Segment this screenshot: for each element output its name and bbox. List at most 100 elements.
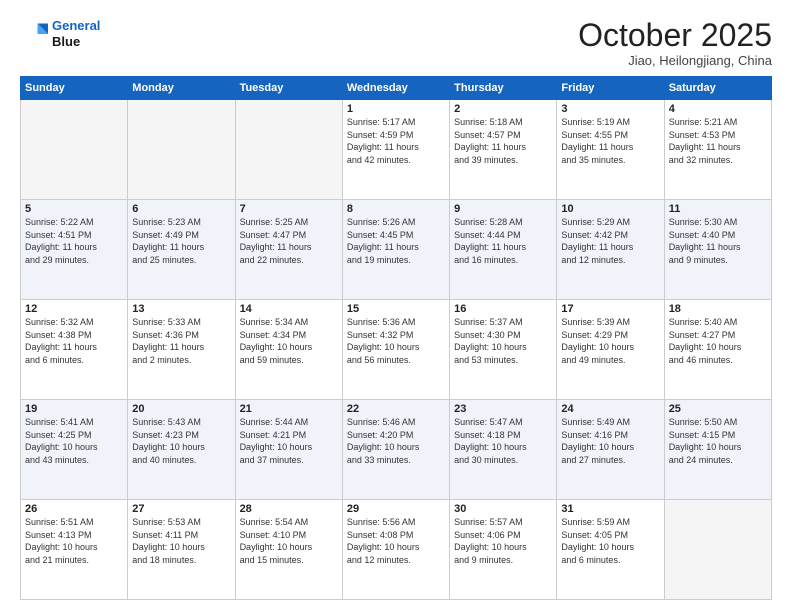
day-info: Sunrise: 5:43 AM Sunset: 4:23 PM Dayligh… <box>132 416 230 466</box>
day-number: 22 <box>347 403 445 415</box>
calendar-day-cell: 3Sunrise: 5:19 AM Sunset: 4:55 PM Daylig… <box>557 100 664 200</box>
day-number: 4 <box>669 103 767 115</box>
calendar-day-cell: 22Sunrise: 5:46 AM Sunset: 4:20 PM Dayli… <box>342 400 449 500</box>
day-number: 24 <box>561 403 659 415</box>
calendar-week-row: 19Sunrise: 5:41 AM Sunset: 4:25 PM Dayli… <box>21 400 772 500</box>
logo-icon <box>20 20 48 48</box>
day-number: 9 <box>454 203 552 215</box>
calendar-week-row: 1Sunrise: 5:17 AM Sunset: 4:59 PM Daylig… <box>21 100 772 200</box>
calendar-day-cell: 14Sunrise: 5:34 AM Sunset: 4:34 PM Dayli… <box>235 300 342 400</box>
day-number: 11 <box>669 203 767 215</box>
day-info: Sunrise: 5:56 AM Sunset: 4:08 PM Dayligh… <box>347 516 445 566</box>
weekday-header-friday: Friday <box>557 77 664 100</box>
day-info: Sunrise: 5:26 AM Sunset: 4:45 PM Dayligh… <box>347 216 445 266</box>
day-number: 12 <box>25 303 123 315</box>
calendar-day-cell: 28Sunrise: 5:54 AM Sunset: 4:10 PM Dayli… <box>235 500 342 600</box>
day-info: Sunrise: 5:53 AM Sunset: 4:11 PM Dayligh… <box>132 516 230 566</box>
weekday-header-saturday: Saturday <box>664 77 771 100</box>
day-info: Sunrise: 5:47 AM Sunset: 4:18 PM Dayligh… <box>454 416 552 466</box>
day-info: Sunrise: 5:23 AM Sunset: 4:49 PM Dayligh… <box>132 216 230 266</box>
day-number: 18 <box>669 303 767 315</box>
day-info: Sunrise: 5:40 AM Sunset: 4:27 PM Dayligh… <box>669 316 767 366</box>
day-number: 14 <box>240 303 338 315</box>
calendar-day-cell: 16Sunrise: 5:37 AM Sunset: 4:30 PM Dayli… <box>450 300 557 400</box>
calendar-table: SundayMondayTuesdayWednesdayThursdayFrid… <box>20 76 772 600</box>
day-info: Sunrise: 5:46 AM Sunset: 4:20 PM Dayligh… <box>347 416 445 466</box>
day-info: Sunrise: 5:54 AM Sunset: 4:10 PM Dayligh… <box>240 516 338 566</box>
day-info: Sunrise: 5:36 AM Sunset: 4:32 PM Dayligh… <box>347 316 445 366</box>
day-number: 20 <box>132 403 230 415</box>
weekday-header-sunday: Sunday <box>21 77 128 100</box>
calendar-day-cell: 21Sunrise: 5:44 AM Sunset: 4:21 PM Dayli… <box>235 400 342 500</box>
calendar-day-cell: 5Sunrise: 5:22 AM Sunset: 4:51 PM Daylig… <box>21 200 128 300</box>
day-number: 3 <box>561 103 659 115</box>
weekday-header-thursday: Thursday <box>450 77 557 100</box>
day-info: Sunrise: 5:30 AM Sunset: 4:40 PM Dayligh… <box>669 216 767 266</box>
calendar-day-cell: 6Sunrise: 5:23 AM Sunset: 4:49 PM Daylig… <box>128 200 235 300</box>
day-info: Sunrise: 5:28 AM Sunset: 4:44 PM Dayligh… <box>454 216 552 266</box>
day-number: 17 <box>561 303 659 315</box>
weekday-header-wednesday: Wednesday <box>342 77 449 100</box>
calendar-day-cell: 31Sunrise: 5:59 AM Sunset: 4:05 PM Dayli… <box>557 500 664 600</box>
calendar-day-cell: 12Sunrise: 5:32 AM Sunset: 4:38 PM Dayli… <box>21 300 128 400</box>
day-info: Sunrise: 5:44 AM Sunset: 4:21 PM Dayligh… <box>240 416 338 466</box>
page: General Blue October 2025 Jiao, Heilongj… <box>0 0 792 612</box>
calendar-day-cell: 9Sunrise: 5:28 AM Sunset: 4:44 PM Daylig… <box>450 200 557 300</box>
day-info: Sunrise: 5:34 AM Sunset: 4:34 PM Dayligh… <box>240 316 338 366</box>
calendar-day-cell: 1Sunrise: 5:17 AM Sunset: 4:59 PM Daylig… <box>342 100 449 200</box>
day-number: 31 <box>561 503 659 515</box>
weekday-header-monday: Monday <box>128 77 235 100</box>
weekday-header-tuesday: Tuesday <box>235 77 342 100</box>
day-info: Sunrise: 5:57 AM Sunset: 4:06 PM Dayligh… <box>454 516 552 566</box>
day-number: 13 <box>132 303 230 315</box>
calendar-empty-cell <box>128 100 235 200</box>
calendar-day-cell: 18Sunrise: 5:40 AM Sunset: 4:27 PM Dayli… <box>664 300 771 400</box>
calendar-day-cell: 27Sunrise: 5:53 AM Sunset: 4:11 PM Dayli… <box>128 500 235 600</box>
day-info: Sunrise: 5:32 AM Sunset: 4:38 PM Dayligh… <box>25 316 123 366</box>
day-number: 1 <box>347 103 445 115</box>
calendar-day-cell: 30Sunrise: 5:57 AM Sunset: 4:06 PM Dayli… <box>450 500 557 600</box>
logo: General Blue <box>20 18 100 49</box>
calendar-empty-cell <box>21 100 128 200</box>
calendar-day-cell: 2Sunrise: 5:18 AM Sunset: 4:57 PM Daylig… <box>450 100 557 200</box>
day-number: 23 <box>454 403 552 415</box>
day-number: 29 <box>347 503 445 515</box>
calendar-day-cell: 25Sunrise: 5:50 AM Sunset: 4:15 PM Dayli… <box>664 400 771 500</box>
day-number: 28 <box>240 503 338 515</box>
day-number: 30 <box>454 503 552 515</box>
day-info: Sunrise: 5:41 AM Sunset: 4:25 PM Dayligh… <box>25 416 123 466</box>
day-info: Sunrise: 5:22 AM Sunset: 4:51 PM Dayligh… <box>25 216 123 266</box>
day-info: Sunrise: 5:51 AM Sunset: 4:13 PM Dayligh… <box>25 516 123 566</box>
calendar-day-cell: 15Sunrise: 5:36 AM Sunset: 4:32 PM Dayli… <box>342 300 449 400</box>
calendar-day-cell: 17Sunrise: 5:39 AM Sunset: 4:29 PM Dayli… <box>557 300 664 400</box>
day-number: 6 <box>132 203 230 215</box>
calendar-week-row: 12Sunrise: 5:32 AM Sunset: 4:38 PM Dayli… <box>21 300 772 400</box>
calendar-day-cell: 29Sunrise: 5:56 AM Sunset: 4:08 PM Dayli… <box>342 500 449 600</box>
day-number: 16 <box>454 303 552 315</box>
day-info: Sunrise: 5:50 AM Sunset: 4:15 PM Dayligh… <box>669 416 767 466</box>
location: Jiao, Heilongjiang, China <box>578 53 772 68</box>
calendar-week-row: 5Sunrise: 5:22 AM Sunset: 4:51 PM Daylig… <box>21 200 772 300</box>
day-number: 21 <box>240 403 338 415</box>
day-info: Sunrise: 5:18 AM Sunset: 4:57 PM Dayligh… <box>454 116 552 166</box>
day-info: Sunrise: 5:17 AM Sunset: 4:59 PM Dayligh… <box>347 116 445 166</box>
calendar-empty-cell <box>235 100 342 200</box>
day-number: 25 <box>669 403 767 415</box>
day-number: 19 <box>25 403 123 415</box>
day-info: Sunrise: 5:29 AM Sunset: 4:42 PM Dayligh… <box>561 216 659 266</box>
month-title: October 2025 <box>578 18 772 53</box>
header: General Blue October 2025 Jiao, Heilongj… <box>20 18 772 68</box>
day-number: 10 <box>561 203 659 215</box>
calendar-day-cell: 26Sunrise: 5:51 AM Sunset: 4:13 PM Dayli… <box>21 500 128 600</box>
calendar-day-cell: 11Sunrise: 5:30 AM Sunset: 4:40 PM Dayli… <box>664 200 771 300</box>
weekday-header-row: SundayMondayTuesdayWednesdayThursdayFrid… <box>21 77 772 100</box>
day-info: Sunrise: 5:49 AM Sunset: 4:16 PM Dayligh… <box>561 416 659 466</box>
calendar-day-cell: 13Sunrise: 5:33 AM Sunset: 4:36 PM Dayli… <box>128 300 235 400</box>
calendar-day-cell: 19Sunrise: 5:41 AM Sunset: 4:25 PM Dayli… <box>21 400 128 500</box>
calendar-day-cell: 24Sunrise: 5:49 AM Sunset: 4:16 PM Dayli… <box>557 400 664 500</box>
calendar-day-cell: 20Sunrise: 5:43 AM Sunset: 4:23 PM Dayli… <box>128 400 235 500</box>
day-number: 27 <box>132 503 230 515</box>
calendar-day-cell: 23Sunrise: 5:47 AM Sunset: 4:18 PM Dayli… <box>450 400 557 500</box>
day-info: Sunrise: 5:37 AM Sunset: 4:30 PM Dayligh… <box>454 316 552 366</box>
day-info: Sunrise: 5:21 AM Sunset: 4:53 PM Dayligh… <box>669 116 767 166</box>
